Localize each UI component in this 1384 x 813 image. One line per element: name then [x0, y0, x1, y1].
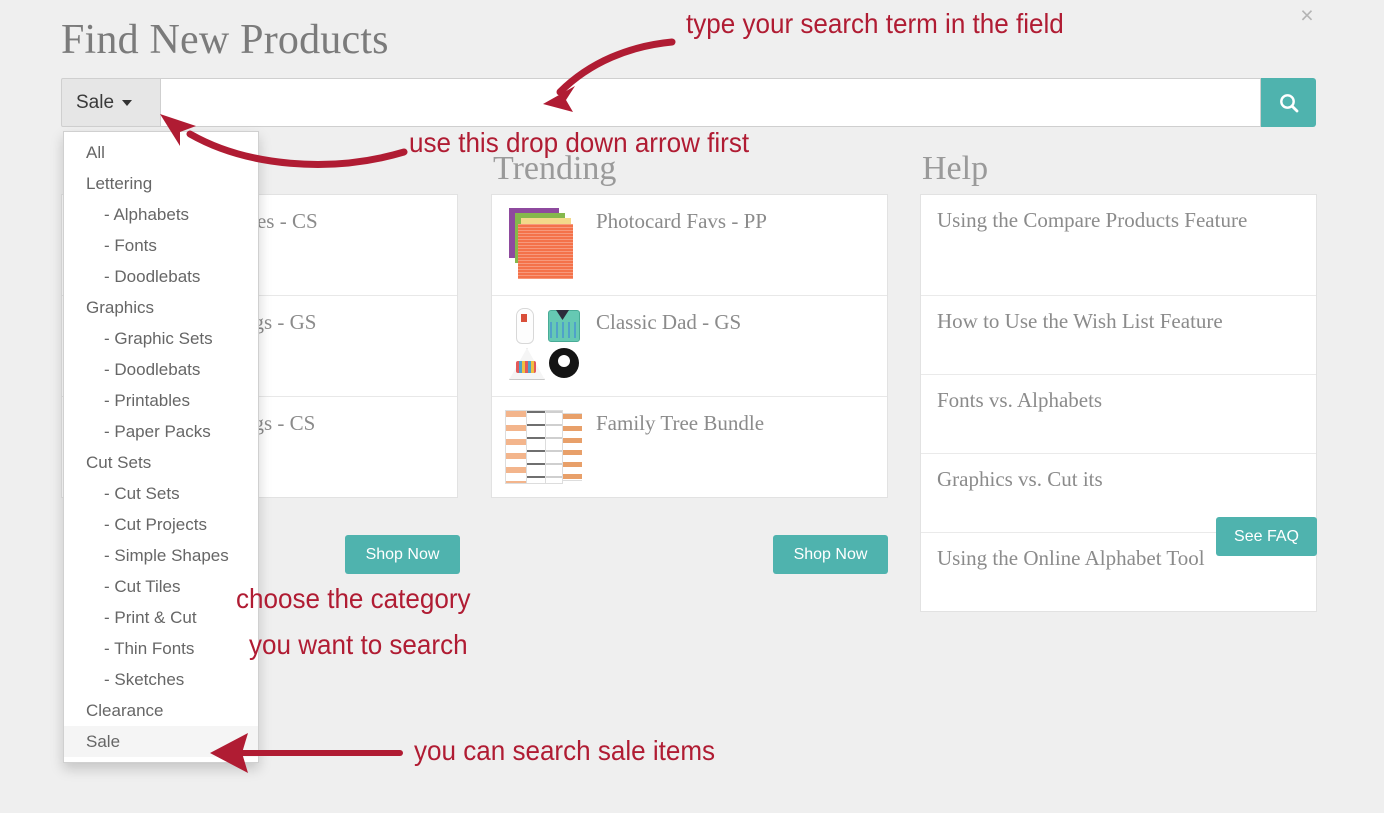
dropdown-item-alphabets[interactable]: - Alphabets: [64, 199, 258, 230]
product-thumbnail-bundle: [504, 407, 582, 485]
dropdown-item-cut-sets[interactable]: - Cut Sets: [64, 478, 258, 509]
annotation-choose-category-line1: choose the category: [236, 583, 471, 614]
annotation-type-term: type your search term in the field: [686, 8, 1064, 39]
search-button[interactable]: [1261, 78, 1316, 127]
dropdown-item-paper-packs[interactable]: - Paper Packs: [64, 416, 258, 447]
category-dropdown-label: Sale: [76, 91, 115, 113]
dropdown-item-sketches[interactable]: - Sketches: [64, 664, 258, 695]
search-icon: [1279, 93, 1298, 112]
dropdown-item-cut-sets-group[interactable]: Cut Sets: [64, 447, 258, 478]
product-thumbnail-paper-packs: [504, 205, 582, 283]
dropdown-item-lettering[interactable]: Lettering: [64, 168, 258, 199]
annotation-choose-category-line2: you want to search: [249, 629, 468, 660]
list-item[interactable]: Using the Compare Products Feature: [921, 195, 1316, 296]
dropdown-item-printables[interactable]: - Printables: [64, 385, 258, 416]
product-title: Classic Dad - GS: [596, 310, 742, 334]
dropdown-item-doodlebats-l[interactable]: - Doodlebats: [64, 261, 258, 292]
column-help: Help Using the Compare Products Feature …: [920, 150, 1317, 612]
dropdown-item-fonts[interactable]: - Fonts: [64, 230, 258, 261]
page-title: Find New Products: [61, 17, 389, 63]
dropdown-item-doodlebats-g[interactable]: - Doodlebats: [64, 354, 258, 385]
close-icon[interactable]: ×: [1293, 1, 1321, 29]
annotation-sale-items: you can search sale items: [414, 735, 716, 766]
table-row[interactable]: Classic Dad - GS: [492, 296, 887, 397]
search-input[interactable]: [161, 78, 1261, 127]
category-dropdown-button[interactable]: Sale: [61, 78, 161, 127]
list-item[interactable]: Fonts vs. Alphabets: [921, 375, 1316, 454]
column-help-heading: Help: [922, 150, 989, 187]
dropdown-item-cut-projects[interactable]: - Cut Projects: [64, 509, 258, 540]
chevron-down-icon: [122, 99, 133, 106]
dropdown-item-graphics[interactable]: Graphics: [64, 292, 258, 323]
dropdown-item-clearance[interactable]: Clearance: [64, 695, 258, 726]
dropdown-item-thin-fonts[interactable]: - Thin Fonts: [64, 633, 258, 664]
shop-now-button-new[interactable]: Shop Now: [345, 535, 460, 574]
product-thumbnail-graphic-set: [504, 306, 582, 384]
dropdown-item-graphic-sets[interactable]: - Graphic Sets: [64, 323, 258, 354]
shop-now-button-trending[interactable]: Shop Now: [773, 535, 888, 574]
category-dropdown-menu[interactable]: All Lettering - Alphabets - Fonts - Dood…: [63, 131, 259, 763]
search-bar: Sale: [61, 78, 1316, 127]
annotation-dropdown-arrow: use this drop down arrow first: [409, 127, 750, 158]
product-title: Family Tree Bundle: [596, 411, 765, 435]
modal-body: × Find New Products Sale New: [0, 0, 1340, 790]
dropdown-item-sale[interactable]: Sale: [64, 726, 258, 757]
trending-products-list: Photocard Favs - PP Classic Dad - GS Fam…: [491, 194, 888, 498]
product-title: Photocard Favs - PP: [596, 209, 767, 233]
column-trending: Trending Photocard Favs - PP Classic Dad…: [491, 150, 888, 574]
table-row[interactable]: Family Tree Bundle: [492, 397, 887, 498]
see-faq-button[interactable]: See FAQ: [1216, 517, 1317, 556]
dropdown-item-all[interactable]: All: [64, 137, 258, 168]
dropdown-item-print-and-cut[interactable]: - Print & Cut: [64, 602, 258, 633]
dropdown-item-simple-shapes[interactable]: - Simple Shapes: [64, 540, 258, 571]
dropdown-item-cut-tiles[interactable]: - Cut Tiles: [64, 571, 258, 602]
modal-page: × Find New Products Sale New: [0, 0, 1384, 813]
table-row[interactable]: Photocard Favs - PP: [492, 195, 887, 296]
list-item[interactable]: How to Use the Wish List Feature: [921, 296, 1316, 375]
